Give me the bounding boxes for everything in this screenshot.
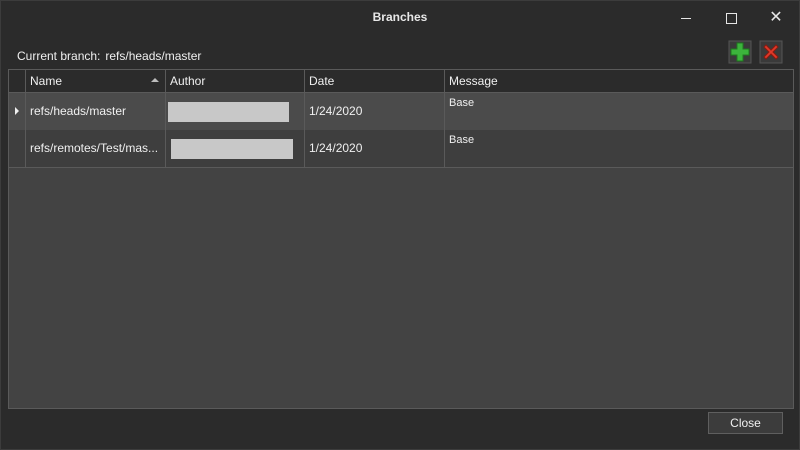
delete-branch-button[interactable]: [758, 39, 784, 65]
branches-dialog: Branches ✕ Current branch: refs/heads/mas…: [0, 0, 800, 450]
branch-name-cell[interactable]: refs/remotes/Test/mas...: [25, 130, 165, 167]
sort-ascending-icon: [151, 78, 159, 82]
column-header-message[interactable]: Message: [444, 70, 793, 92]
window-close-button[interactable]: ✕: [753, 1, 799, 35]
title-bar: Branches ✕: [1, 1, 799, 35]
current-branch-label: Current branch:: [17, 49, 101, 63]
current-row-indicator-icon: [15, 107, 19, 115]
delete-icon: [759, 40, 783, 64]
message-cell[interactable]: Base: [444, 130, 793, 167]
table-row[interactable]: refs/remotes/Test/mas... 1/24/2020 Base: [9, 130, 793, 168]
table-header: Name Author Date Message: [9, 70, 793, 93]
branch-name-cell[interactable]: refs/heads/master: [25, 93, 165, 130]
maximize-icon: [725, 12, 737, 24]
row-header[interactable]: [9, 93, 25, 130]
column-header-author[interactable]: Author: [165, 70, 304, 92]
current-branch-value: refs/heads/master: [105, 49, 202, 63]
row-header-column: [9, 70, 25, 92]
maximize-button[interactable]: [708, 1, 754, 35]
date-cell[interactable]: 1/24/2020: [304, 130, 444, 167]
author-cell[interactable]: [165, 130, 304, 167]
current-branch: Current branch: refs/heads/master: [17, 49, 201, 63]
branches-table: Name Author Date Message refs/heads/mast…: [8, 69, 794, 409]
minimize-button[interactable]: [663, 1, 709, 35]
author-cell[interactable]: [165, 93, 304, 130]
column-header-date[interactable]: Date: [304, 70, 444, 92]
column-header-name[interactable]: Name: [25, 70, 165, 92]
close-icon: ✕: [769, 9, 783, 26]
add-branch-button[interactable]: [727, 39, 753, 65]
minimize-icon: [681, 17, 691, 19]
date-cell[interactable]: 1/24/2020: [304, 93, 444, 130]
add-icon: [728, 40, 752, 64]
table-row[interactable]: refs/heads/master 1/24/2020 Base: [9, 93, 793, 131]
redacted-author: [171, 139, 293, 159]
redacted-author: [168, 102, 289, 122]
message-cell[interactable]: Base: [444, 93, 793, 130]
close-button[interactable]: Close: [708, 412, 783, 434]
row-header[interactable]: [9, 130, 25, 167]
